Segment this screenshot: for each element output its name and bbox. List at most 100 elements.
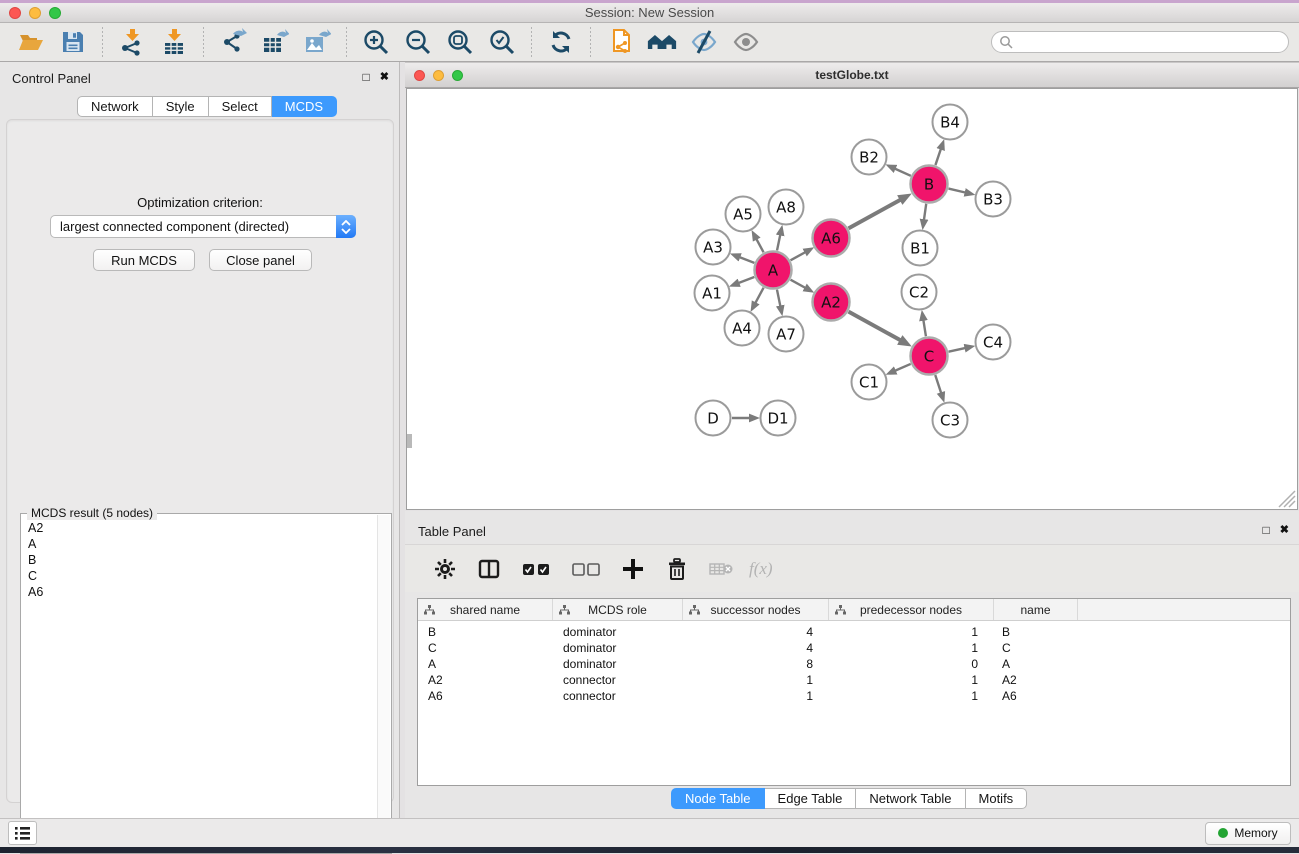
- export-network-icon[interactable]: [218, 27, 248, 57]
- cell[interactable]: 0: [829, 656, 994, 672]
- cell[interactable]: 1: [829, 688, 994, 704]
- graph-node-C1[interactable]: C1: [852, 365, 887, 400]
- column-header-name[interactable]: name: [994, 599, 1078, 620]
- mcds-result-item[interactable]: A2: [22, 520, 377, 536]
- cell[interactable]: A2: [994, 672, 1078, 688]
- hide-selected-icon[interactable]: [689, 27, 719, 57]
- column-header-predecessor-nodes[interactable]: predecessor nodes: [829, 599, 994, 620]
- mcds-result-item[interactable]: C: [22, 568, 377, 584]
- edge-A-A8[interactable]: [777, 234, 780, 250]
- table-tab-edge-table[interactable]: Edge Table: [765, 788, 857, 809]
- edge-A-A1[interactable]: [738, 277, 754, 283]
- edge-A6-B[interactable]: [849, 199, 901, 228]
- zoom-selected-icon[interactable]: [487, 27, 517, 57]
- cell[interactable]: 1: [683, 688, 829, 704]
- edge-A-A2[interactable]: [791, 280, 806, 288]
- edge-C-C3[interactable]: [935, 375, 941, 393]
- graph-node-B3[interactable]: B3: [976, 182, 1011, 217]
- graph-node-A5[interactable]: A5: [726, 197, 761, 232]
- add-column-icon[interactable]: [620, 556, 646, 582]
- split-columns-icon[interactable]: [476, 556, 502, 582]
- zoom-out-icon[interactable]: [403, 27, 433, 57]
- graph-node-C3[interactable]: C3: [933, 403, 968, 438]
- cell[interactable]: 1: [829, 640, 994, 656]
- graph-node-B2[interactable]: B2: [852, 140, 887, 175]
- clear-column-selection-icon[interactable]: [570, 556, 602, 582]
- graph-node-C4[interactable]: C4: [976, 325, 1011, 360]
- import-network-icon[interactable]: [117, 27, 147, 57]
- edge-B-B3[interactable]: [948, 189, 965, 193]
- open-session-icon[interactable]: [16, 27, 46, 57]
- edge-A2-C[interactable]: [849, 312, 901, 341]
- graph-node-A6[interactable]: A6: [813, 220, 850, 257]
- graph-node-B4[interactable]: B4: [933, 105, 968, 140]
- graph-node-B1[interactable]: B1: [903, 231, 938, 266]
- memory-button[interactable]: Memory: [1205, 822, 1291, 845]
- resize-grip-icon[interactable]: [1279, 491, 1295, 507]
- graph-node-A3[interactable]: A3: [696, 230, 731, 265]
- column-header-successor-nodes[interactable]: successor nodes: [683, 599, 829, 620]
- tab-network[interactable]: Network: [77, 96, 153, 117]
- graph-node-A[interactable]: A: [755, 252, 792, 289]
- float-panel-icon[interactable]: □: [363, 70, 370, 84]
- cell[interactable]: A6: [418, 688, 553, 704]
- edge-A-A4[interactable]: [755, 288, 763, 304]
- import-table-icon[interactable]: [159, 27, 189, 57]
- mcds-list-scrollbar[interactable]: [377, 515, 390, 852]
- network-graph[interactable]: AA1A2A3A4A5A6A7A8BB1B2B3B4CC1C2C3C4DD1: [407, 89, 1297, 509]
- cell[interactable]: 1: [683, 672, 829, 688]
- edge-C-C2[interactable]: [923, 320, 926, 337]
- edge-C-C1[interactable]: [895, 364, 911, 371]
- edge-A-A6[interactable]: [791, 252, 806, 260]
- task-history-button[interactable]: [8, 821, 37, 845]
- cell[interactable]: dominator: [553, 640, 683, 656]
- cell[interactable]: A6: [994, 688, 1078, 704]
- graph-node-C2[interactable]: C2: [902, 275, 937, 310]
- cell[interactable]: B: [418, 624, 553, 640]
- cell[interactable]: B: [994, 624, 1078, 640]
- table-row[interactable]: A6connector11A6: [418, 688, 1290, 704]
- select-all-columns-icon[interactable]: [520, 556, 552, 582]
- graph-node-A8[interactable]: A8: [769, 190, 804, 225]
- mcds-result-item[interactable]: A6: [22, 584, 377, 600]
- table-row[interactable]: Adominator80A: [418, 656, 1290, 672]
- edge-C-C4[interactable]: [949, 348, 966, 352]
- mcds-result-item[interactable]: B: [22, 552, 377, 568]
- table-tab-motifs[interactable]: Motifs: [966, 788, 1028, 809]
- tab-select[interactable]: Select: [209, 96, 272, 117]
- network-canvas[interactable]: AA1A2A3A4A5A6A7A8BB1B2B3B4CC1C2C3C4DD1: [406, 88, 1298, 510]
- search-input[interactable]: [1013, 33, 1288, 51]
- optimization-criterion-dropdown[interactable]: largest connected component (directed): [50, 215, 356, 238]
- edge-A-A3[interactable]: [739, 257, 754, 263]
- edge-B-B2[interactable]: [895, 168, 911, 175]
- cell[interactable]: A: [418, 656, 553, 672]
- table-row[interactable]: Cdominator41C: [418, 640, 1290, 656]
- cell[interactable]: dominator: [553, 624, 683, 640]
- refresh-icon[interactable]: [546, 27, 576, 57]
- home-view-icon[interactable]: [647, 27, 677, 57]
- cell[interactable]: A: [994, 656, 1078, 672]
- graph-node-D[interactable]: D: [696, 401, 731, 436]
- edge-B-B4[interactable]: [935, 149, 941, 166]
- delete-table-icon[interactable]: [708, 556, 734, 582]
- delete-column-icon[interactable]: [664, 556, 690, 582]
- graph-node-B[interactable]: B: [911, 166, 948, 203]
- cell[interactable]: 4: [683, 640, 829, 656]
- cell[interactable]: 1: [829, 672, 994, 688]
- close-panel-icon[interactable]: ✖: [380, 70, 389, 84]
- show-all-icon[interactable]: [731, 27, 761, 57]
- tab-style[interactable]: Style: [153, 96, 209, 117]
- float-table-panel-icon[interactable]: □: [1263, 523, 1270, 537]
- mcds-result-item[interactable]: A: [22, 536, 377, 552]
- network-from-selection-icon[interactable]: [605, 27, 635, 57]
- cell[interactable]: 4: [683, 624, 829, 640]
- cell[interactable]: dominator: [553, 656, 683, 672]
- cell[interactable]: 8: [683, 656, 829, 672]
- cell[interactable]: 1: [829, 624, 994, 640]
- graph-node-A2[interactable]: A2: [813, 284, 850, 321]
- close-panel-button[interactable]: Close panel: [209, 249, 312, 271]
- export-image-icon[interactable]: [302, 27, 332, 57]
- graph-node-C[interactable]: C: [911, 338, 948, 375]
- edge-B-B1[interactable]: [924, 204, 926, 220]
- edge-A-A5[interactable]: [756, 239, 763, 253]
